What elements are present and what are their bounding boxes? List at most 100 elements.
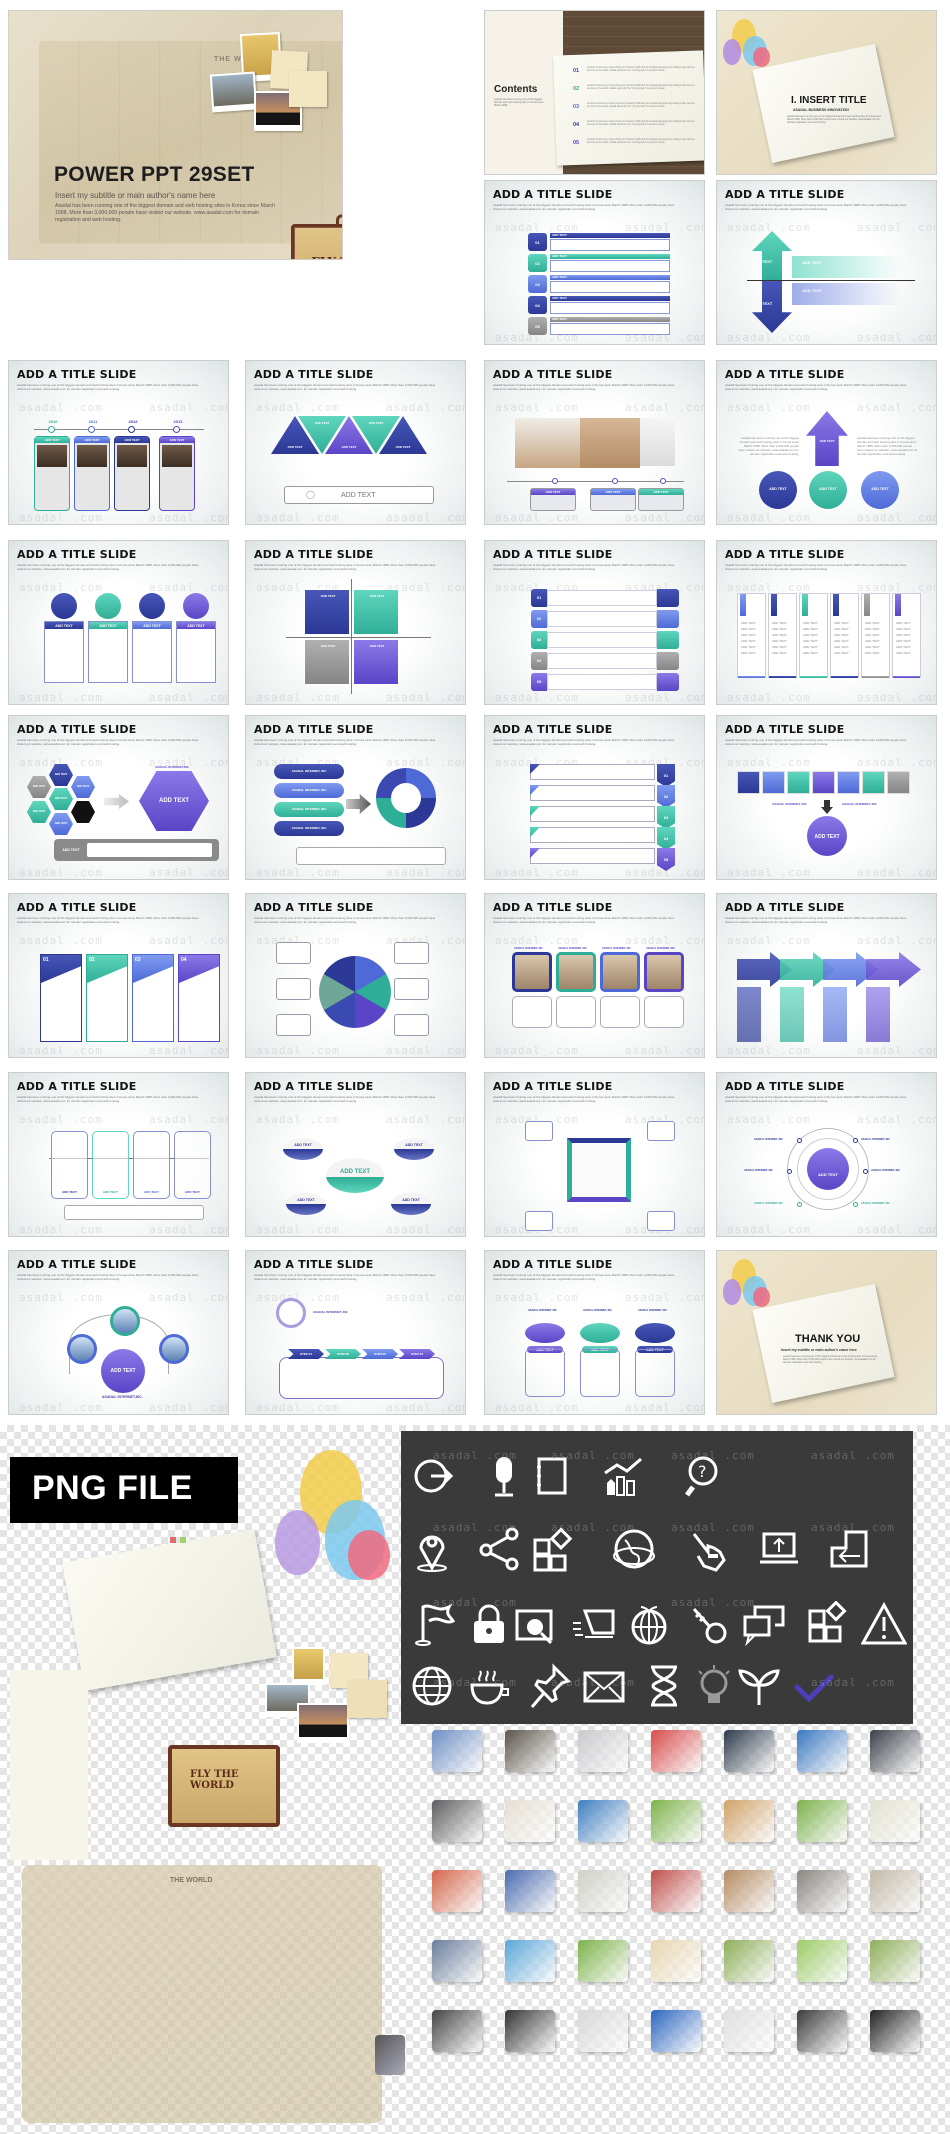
slide-thumbnail-hub[interactable]: ADD A TITLE SLIDE Asadal has been running… <box>716 1072 937 1237</box>
hub-node <box>853 1202 858 1207</box>
slide-thumbnail-triangles[interactable]: ADD A TITLE SLIDE Asadal has been running… <box>245 360 466 525</box>
steps-container <box>279 1357 444 1399</box>
arrow-stem <box>780 987 804 1042</box>
slide-thumbnail-square[interactable]: ADD A TITLE SLIDE Asadal has been running… <box>484 1072 705 1237</box>
bullet-item: ADD TEXT <box>741 651 756 655</box>
thank-you-slide-thumbnail[interactable]: THANK YOU Insert my subtitle or main aut… <box>716 1250 937 1415</box>
add-text-label: ADD TEXT <box>369 594 385 598</box>
contents-slide-thumbnail[interactable]: Contents Asadal has been running one of … <box>484 10 705 175</box>
watermark: asadal .com <box>149 1401 229 1414</box>
timeline-node <box>128 426 135 433</box>
insert-body: Asadal has been running one of the bigge… <box>787 115 882 124</box>
slide-thumbnail-pie[interactable]: ADD A TITLE SLIDE Asadal has been running… <box>245 893 466 1058</box>
calculator-icon <box>870 1870 920 1912</box>
circle-badge: ADD TEXT <box>809 471 847 509</box>
chevron-text-box <box>530 764 655 780</box>
watermark: asadal .com <box>495 691 579 704</box>
arrow-label: TEXT <box>762 259 773 264</box>
slide-title: ADD A TITLE SLIDE <box>493 368 613 381</box>
letter-a-icon <box>505 1940 555 1982</box>
balloon-purple <box>723 39 741 65</box>
office-photo <box>77 445 107 467</box>
photo-frame <box>512 952 552 992</box>
slide-thumbnail-bigarrows[interactable]: ADD A TITLE SLIDE Asadal has been running… <box>716 893 937 1058</box>
bullet-item: ADD TEXT <box>896 633 911 637</box>
slide-title: ADD A TITLE SLIDE <box>254 1080 374 1093</box>
watermark: asadal .com <box>386 511 466 524</box>
slide-thumbnail-list5[interactable]: ADD A TITLE SLIDE Asadal has been running… <box>484 180 705 345</box>
add-text-label: ADD TEXT <box>341 445 357 449</box>
slide-thumbnail-cycle[interactable]: ADD A TITLE SLIDE Asadal has been running… <box>245 715 466 880</box>
slide-thumbnail-cards4[interactable]: ADD A TITLE SLIDE Asadal has been running… <box>8 893 229 1058</box>
slide-title: ADD A TITLE SLIDE <box>17 368 137 381</box>
timeline-node <box>552 478 558 484</box>
icon-tile <box>887 771 910 794</box>
slide-thumbnail-photos[interactable]: ADD A TITLE SLIDE Asadal has been running… <box>484 360 705 525</box>
cover-slide-thumbnail[interactable]: THE WORLD POWER PPT 29SET Insert my subt… <box>8 10 343 260</box>
card-number: 02 <box>89 957 95 963</box>
watermark: asadal .com <box>149 934 229 947</box>
insert-subtitle: ASADAL BUSINESS INNOVATION <box>793 108 849 112</box>
slide-description: Asadal has been running one of the bigge… <box>17 383 199 391</box>
slide-thumbnail-timeline4[interactable]: ADD A TITLE SLIDE Asadal has been running… <box>8 1072 229 1237</box>
slide-thumbnail-bars5[interactable]: ADD A TITLE SLIDE Asadal has been running… <box>484 540 705 705</box>
slide-thumbnail-circle3[interactable]: ADD A TITLE SLIDE Asadal has been running… <box>8 1250 229 1415</box>
chevron-number: 04 <box>657 827 675 850</box>
slide-title: ADD A TITLE SLIDE <box>725 188 845 201</box>
png-assets-section: PNG FILE FLY THE WORLD THE WORLD ? asadal… <box>0 1425 950 2134</box>
slide-thumbnail-timeline[interactable]: ADD A TITLE SLIDE Asadal has been running… <box>8 360 229 525</box>
watermark: asadal .com <box>727 1223 811 1236</box>
slide-thumbnail-pedestals[interactable]: ADD A TITLE SLIDE Asadal has been running… <box>245 1072 466 1237</box>
arrow-stem <box>823 987 847 1042</box>
world-map-asset: THE WORLD <box>22 1865 382 2123</box>
slide-thumbnail-photoframes[interactable]: ADD A TITLE SLIDE Asadal has been running… <box>484 893 705 1058</box>
balloon-purple <box>275 1510 320 1575</box>
quadrant-block: ADD TEXT <box>304 639 350 685</box>
watermark: asadal .com <box>386 866 466 879</box>
timeline-card <box>51 1131 88 1199</box>
slide-thumbnail-iconrow[interactable]: ADD A TITLE SLIDE Asadal has been running… <box>716 715 937 880</box>
add-text-label: ADD TEXT <box>369 644 385 648</box>
slide-thumbnail-steps[interactable]: ADD A TITLE SLIDE Asadal has been running… <box>245 1250 466 1415</box>
timeline-year: 2013 <box>173 419 183 424</box>
slide-thumbnail-hexagon[interactable]: ADD A TITLE SLIDE Asadal has been running… <box>8 715 229 880</box>
add-text-label: ADD TEXT <box>143 623 161 628</box>
map-label: THE WORLD <box>170 1877 213 1884</box>
pedestal-disc: ADD TEXT <box>394 1138 434 1160</box>
text-band-bottom <box>792 283 902 305</box>
step-label: STEP 01 <box>300 1352 312 1356</box>
slide-description: Asadal has been running one of the bigge… <box>254 1273 436 1281</box>
slide-thumbnail-quadrant[interactable]: ADD A TITLE SLIDE Asadal has been running… <box>245 540 466 705</box>
insert-title-slide-thumbnail[interactable]: I. INSERT TITLE ASADAL BUSINESS INNOVATI… <box>716 10 937 175</box>
slide-title: ADD A TITLE SLIDE <box>725 1080 845 1093</box>
bullet-item: ADD TEXT <box>865 633 880 637</box>
pedestal-disc: ADD TEXT <box>283 1138 323 1160</box>
timeline-card: ADD TEXT <box>74 436 110 511</box>
watermark: asadal .com <box>727 401 811 414</box>
slide-thumbnail-columns6[interactable]: ADD A TITLE SLIDE Asadal has been running… <box>716 540 937 705</box>
arrow-shape <box>104 794 129 809</box>
bullet-item: ADD TEXT <box>741 639 756 643</box>
column-footer-bar <box>769 676 796 678</box>
column-card: ADD TEXT ADD TEXT ADD TEXT ADD TEXT ADD TEXT… <box>737 593 766 678</box>
bullet-item: ADD TEXT <box>772 621 787 625</box>
column-vertical-tab <box>802 594 808 616</box>
slide-thumbnail-chevrons[interactable]: ADD A TITLE SLIDE Asadal has been running… <box>484 715 705 880</box>
sticky-note <box>289 71 327 107</box>
watermark: asadal .com <box>149 401 229 414</box>
pie-callout-box <box>276 978 311 1000</box>
notebook-pen-icon <box>870 1730 920 1772</box>
desk-calendar-icon <box>651 1870 701 1912</box>
warning-icon <box>860 1601 908 1647</box>
timeline-node <box>173 426 180 433</box>
bullet-item: ADD TEXT <box>741 627 756 631</box>
slide-thumbnail-circles4[interactable]: ADD A TITLE SLIDE Asadal has been running… <box>8 540 229 705</box>
watermark: asadal .com <box>386 691 466 704</box>
slide-thumbnail-discs[interactable]: ADD A TITLE SLIDE Asadal has been running… <box>484 1250 705 1415</box>
list-number-badge: 03 <box>528 275 547 293</box>
slide-thumbnail-arrows[interactable]: ADD A TITLE SLIDE Asadal has been running… <box>716 180 937 345</box>
pie-callout-box <box>394 942 429 964</box>
slide-thumbnail-uparrow[interactable]: ADD A TITLE SLIDE Asadal has been running… <box>716 360 937 525</box>
balloon-pink <box>348 1530 390 1580</box>
slide-title: ADD A TITLE SLIDE <box>493 901 613 914</box>
